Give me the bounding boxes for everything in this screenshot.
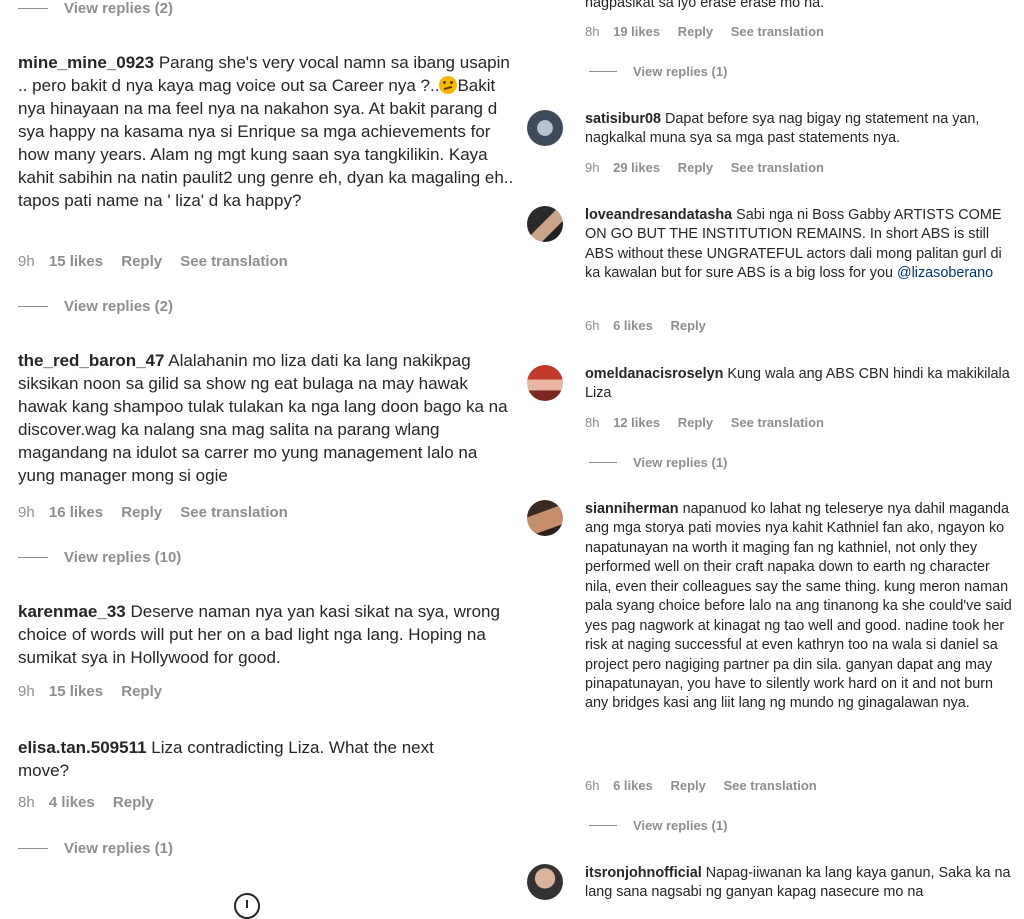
comment-time: 6h	[585, 778, 600, 793]
comment-username[interactable]: karenmae_33	[18, 602, 126, 621]
divider-line	[18, 306, 48, 307]
comment-text: elisa.tan.509511 Liza contradicting Liza…	[18, 737, 488, 783]
likes-count[interactable]: 15 likes	[49, 253, 103, 270]
view-replies-button[interactable]: View replies (2)	[18, 298, 173, 315]
comment-username[interactable]: itsronjohnofficial	[585, 865, 702, 881]
likes-count[interactable]: 19 likes	[613, 24, 660, 39]
comment: karenmae_33 Deserve naman nya yan kasi s…	[18, 601, 518, 670]
likes-count[interactable]: 29 likes	[613, 160, 660, 175]
reply-button[interactable]: Reply	[678, 24, 713, 39]
comment-username[interactable]: elisa.tan.509511	[18, 738, 147, 757]
view-replies-label: View replies (10)	[64, 549, 182, 566]
comment-meta: 8h 19 likes Reply See translation	[585, 24, 838, 39]
view-replies-label: View replies (2)	[64, 298, 173, 315]
comment-meta: 6h 6 likes Reply See translation	[585, 778, 831, 793]
comment-body: napanuod ko lahat ng teleserye nya dahil…	[585, 501, 1012, 712]
comment: mine_mine_0923 Parang she's very vocal n…	[18, 52, 518, 213]
reply-button[interactable]: Reply	[113, 794, 154, 811]
view-replies-button[interactable]: View replies (1)	[589, 818, 727, 833]
avatar[interactable]	[527, 864, 563, 900]
divider-line	[18, 848, 48, 849]
comment-username[interactable]: omeldanacisroselyn	[585, 366, 723, 382]
likes-count[interactable]: 15 likes	[49, 683, 103, 700]
avatar[interactable]	[527, 365, 563, 401]
comment-text: omeldanacisroselyn Kung wala ang ABS CBN…	[585, 365, 1015, 404]
reply-button[interactable]: Reply	[670, 778, 705, 793]
comment-time: 9h	[18, 504, 35, 521]
comment-text: loveandresandatasha Sabi nga ni Boss Gab…	[585, 206, 1015, 284]
thinking-face-emoji-icon	[439, 75, 458, 94]
reply-button[interactable]: Reply	[670, 318, 705, 333]
likes-count[interactable]: 12 likes	[613, 415, 660, 430]
comment-time: 8h	[585, 415, 600, 430]
avatar[interactable]	[527, 110, 563, 146]
divider-line	[18, 8, 48, 9]
reply-button[interactable]: Reply	[678, 160, 713, 175]
comment-meta: 9h 29 likes Reply See translation	[585, 160, 838, 175]
comment-text: sianniherman napanuod ko lahat ng telese…	[585, 500, 1015, 714]
comment-username[interactable]: satisibur08	[585, 111, 661, 127]
comment-time: 9h	[18, 683, 35, 700]
view-replies-label: View replies (1)	[633, 818, 728, 833]
likes-count[interactable]: 16 likes	[49, 504, 103, 521]
comment-meta: 8h 12 likes Reply See translation	[585, 415, 838, 430]
comment-text: mine_mine_0923 Parang she's very vocal n…	[18, 52, 518, 213]
comment-username[interactable]: sianniherman	[585, 501, 679, 517]
comment-meta: 9h 15 likes Reply	[18, 683, 176, 700]
comment-username[interactable]: mine_mine_0923	[18, 53, 154, 72]
comment-text: the_red_baron_47 Alalahanin mo liza dati…	[18, 350, 518, 488]
see-translation-button[interactable]: See translation	[724, 778, 817, 793]
see-translation-button[interactable]: See translation	[180, 504, 288, 521]
see-translation-button[interactable]: See translation	[180, 253, 288, 270]
divider-line	[18, 557, 48, 558]
comment: elisa.tan.509511 Liza contradicting Liza…	[18, 737, 488, 783]
divider-line	[589, 462, 617, 463]
comment-body-continued: Bakit nya hinayaan na ma feel nya na nak…	[18, 75, 514, 210]
comment-meta: 9h 15 likes Reply See translation	[18, 253, 302, 270]
likes-count[interactable]: 4 likes	[49, 794, 95, 811]
comment-username[interactable]: the_red_baron_47	[18, 351, 164, 370]
comment-username[interactable]: loveandresandatasha	[585, 207, 732, 223]
view-replies-button[interactable]: View replies (2)	[18, 0, 173, 17]
view-replies-label: View replies (1)	[633, 64, 728, 79]
comment-text: karenmae_33 Deserve naman nya yan kasi s…	[18, 601, 518, 670]
see-translation-button[interactable]: See translation	[731, 415, 824, 430]
comment-meta: 8h 4 likes Reply	[18, 794, 168, 811]
mention-link[interactable]: @lizasoberano	[897, 265, 993, 281]
reply-button[interactable]: Reply	[121, 253, 162, 270]
likes-count[interactable]: 6 likes	[613, 318, 653, 333]
see-translation-button[interactable]: See translation	[731, 24, 824, 39]
view-replies-label: View replies (1)	[64, 840, 173, 857]
comment-time: 8h	[18, 794, 35, 811]
avatar[interactable]	[527, 500, 563, 536]
view-replies-label: View replies (2)	[64, 0, 173, 17]
comment-meta: 9h 16 likes Reply See translation	[18, 504, 302, 521]
comment-body: Alalahanin mo liza dati ka lang nakikpag…	[18, 351, 508, 485]
comment-meta: 6h 6 likes Reply	[585, 318, 720, 333]
comment-time: 9h	[18, 253, 35, 270]
view-replies-button[interactable]: View replies (1)	[589, 64, 727, 79]
reply-button[interactable]: Reply	[121, 683, 162, 700]
view-replies-button[interactable]: View replies (10)	[18, 549, 181, 566]
comment-text: itsronjohnofficial Napag-iiwanan ka lang…	[585, 864, 1015, 903]
reply-button[interactable]: Reply	[678, 415, 713, 430]
comment-text: satisibur08 Dapat before sya nag bigay n…	[585, 110, 1015, 149]
comment-body: nagpasikat sa iyo erase erase mo na.	[585, 0, 825, 11]
avatar[interactable]	[527, 206, 563, 242]
view-replies-button[interactable]: View replies (1)	[18, 840, 173, 857]
divider-line	[589, 71, 617, 72]
see-translation-button[interactable]: See translation	[731, 160, 824, 175]
comment-time: 8h	[585, 24, 600, 39]
view-replies-button[interactable]: View replies (1)	[589, 455, 727, 470]
comment: nagpasikat sa iyo erase erase mo na.	[585, 0, 1015, 13]
comment: the_red_baron_47 Alalahanin mo liza dati…	[18, 350, 518, 488]
view-replies-label: View replies (1)	[633, 455, 728, 470]
load-more-comments-icon[interactable]	[234, 893, 260, 919]
divider-line	[589, 825, 617, 826]
reply-button[interactable]: Reply	[121, 504, 162, 521]
comment-time: 9h	[585, 160, 600, 175]
comment-time: 6h	[585, 318, 600, 333]
likes-count[interactable]: 6 likes	[613, 778, 653, 793]
